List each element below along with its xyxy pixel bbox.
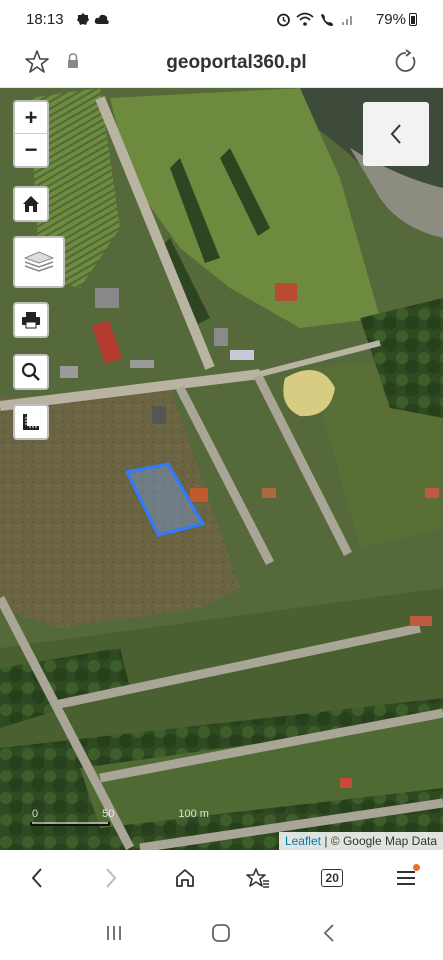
battery-icon [409, 13, 417, 26]
home-button[interactable] [15, 188, 47, 220]
scale-label-50: 50 [102, 808, 115, 820]
print-button[interactable] [15, 304, 47, 336]
leaflet-link[interactable]: Leaflet [285, 834, 321, 848]
satellite-imagery [0, 88, 443, 850]
cloud-notification-icon [94, 14, 109, 24]
back-chevron-icon [323, 924, 334, 942]
search-icon [21, 362, 40, 381]
chevron-left-icon [31, 868, 42, 888]
layers-icon [23, 251, 55, 272]
forward-button[interactable] [91, 858, 131, 898]
hamburger-menu-icon [397, 871, 416, 885]
settings-notification-icon [77, 13, 89, 25]
zoom-out-button[interactable]: − [15, 134, 47, 166]
menu-button[interactable] [386, 858, 426, 898]
home-tab-button[interactable] [165, 858, 205, 898]
attribution-text: | © Google Map Data [320, 834, 437, 848]
battery-indicator: 79% [376, 11, 417, 28]
map-attribution: Leaflet | © Google Map Data [278, 832, 443, 850]
print-icon [22, 312, 40, 329]
home-control [13, 186, 49, 222]
measure-button[interactable] [15, 406, 47, 438]
scale-bar [30, 822, 110, 826]
browser-toolbar: 20 [0, 850, 443, 906]
status-bar: 18:13 79% [0, 0, 443, 40]
clock: 18:13 [26, 11, 64, 28]
home-system-button[interactable] [201, 913, 241, 953]
search-button[interactable] [15, 356, 47, 388]
battery-percent: 79% [375, 11, 406, 28]
back-button[interactable] [17, 858, 57, 898]
reload-icon[interactable] [393, 49, 419, 80]
system-navigation-bar [0, 906, 443, 960]
recent-apps-button[interactable] [94, 913, 134, 953]
home-icon [23, 196, 39, 212]
home-square-icon [212, 924, 231, 942]
satellite-map[interactable]: + − 0 50 100 m Leaflet | © Google Map Da… [0, 88, 443, 850]
recent-apps-icon [106, 926, 121, 940]
chevron-left-icon [390, 124, 401, 144]
system-icons [276, 12, 355, 27]
notification-dot [413, 864, 421, 871]
layers-control [13, 236, 65, 288]
zoom-in-button[interactable]: + [15, 102, 47, 134]
sidebar-toggle-button[interactable] [363, 102, 429, 166]
signal-icon [342, 16, 352, 25]
scale-label-0: 0 [32, 808, 39, 820]
layers-button[interactable] [15, 238, 63, 286]
tabs-count: 20 [321, 869, 344, 887]
scale-label-100: 100 m [178, 808, 209, 820]
wifi-calling-icon [321, 14, 333, 26]
map-scale: 0 50 100 m [30, 808, 209, 826]
browser-url-bar: geoportal360.pl [0, 40, 443, 88]
bookmarks-button[interactable] [238, 858, 278, 898]
system-back-button[interactable] [309, 913, 349, 953]
alarm-icon [277, 13, 290, 27]
bookmark-star-list-icon [246, 868, 270, 888]
url-text[interactable]: geoportal360.pl [0, 52, 443, 74]
search-control [13, 354, 49, 390]
notification-icons [76, 12, 110, 26]
ruler-icon [23, 414, 39, 430]
print-control [13, 302, 49, 338]
zoom-control: + − [13, 100, 49, 168]
wifi-icon [296, 12, 314, 26]
measure-control [13, 404, 49, 440]
home-outline-icon [175, 869, 194, 887]
chevron-right-icon [105, 868, 117, 888]
tabs-button[interactable]: 20 [312, 858, 352, 898]
